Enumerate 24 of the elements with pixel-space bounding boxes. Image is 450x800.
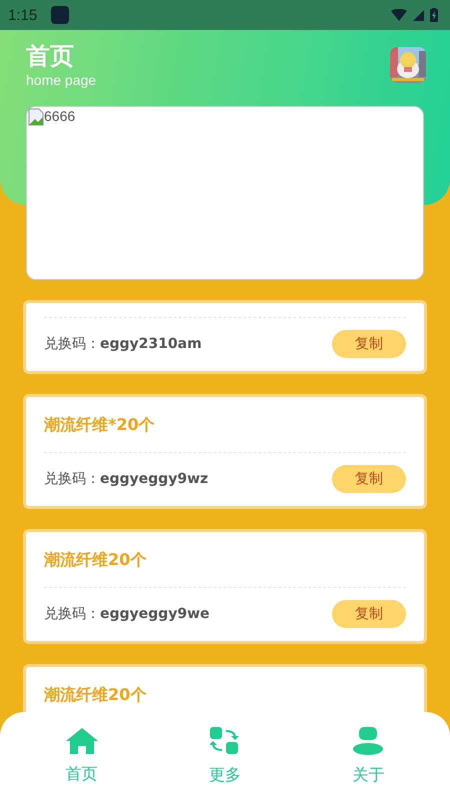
copy-button[interactable]: 复制 <box>332 600 406 628</box>
page-title: 首页 <box>26 41 75 72</box>
copy-button[interactable]: 复制 <box>332 465 406 493</box>
reward-title: 潮流纤维20个 <box>44 684 148 706</box>
broken-image-icon <box>28 108 44 126</box>
signal-icon <box>413 10 424 20</box>
code-label: 兑换码：eggy2310am <box>44 335 202 353</box>
wifi-icon <box>391 9 407 21</box>
nav-tab[interactable]: 首页 <box>36 726 127 786</box>
nav-tab[interactable]: 关于 <box>323 726 414 786</box>
nav-tab[interactable]: 更多 <box>180 726 270 786</box>
code-label: 兑换码：eggyeggy9wz <box>44 470 208 488</box>
notification-icon <box>51 6 70 24</box>
home-icon <box>66 728 98 754</box>
code-label: 兑换码：eggyeggy9we <box>44 605 210 623</box>
battery-icon <box>430 8 438 22</box>
person-icon <box>353 726 384 754</box>
status-time: 1:15 <box>8 6 38 24</box>
image-alt-text: 6666 <box>44 108 76 124</box>
copy-button[interactable]: 复制 <box>332 330 406 358</box>
reward-title: 潮流纤维20个 <box>44 549 148 571</box>
page-subtitle: home page <box>26 72 96 88</box>
reward-title: 潮流纤维*20个 <box>44 414 156 436</box>
swap-icon <box>210 726 240 754</box>
